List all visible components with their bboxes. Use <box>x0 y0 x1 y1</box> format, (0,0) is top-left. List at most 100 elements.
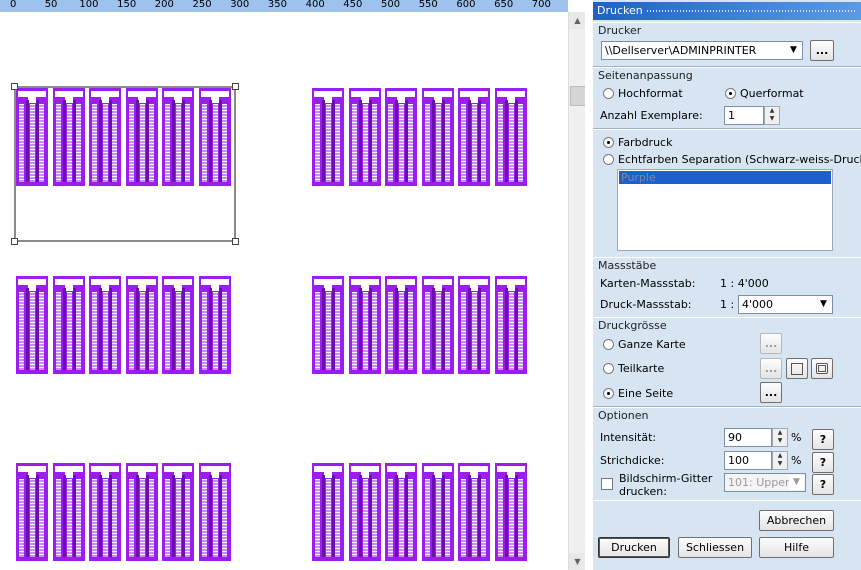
label-druck-massstab: Druck-Massstab: <box>600 298 692 311</box>
radio-eine-seite[interactable] <box>603 388 614 399</box>
ruler-tick: 250 <box>192 0 212 10</box>
intensitaet-input[interactable]: 90 <box>724 428 772 447</box>
map-sheet <box>494 276 527 374</box>
ruler-tick: 600 <box>456 0 476 10</box>
frame-square-button[interactable] <box>786 358 808 379</box>
label-farbdruck: Farbdruck <box>618 136 673 149</box>
label-anzahl-exemplare: Anzahl Exemplare: <box>600 109 703 122</box>
scroll-up-icon[interactable]: ▲ <box>569 12 586 29</box>
map-sheet <box>89 276 121 374</box>
gitter-checkbox[interactable] <box>601 478 613 490</box>
printer-browse-button[interactable]: ... <box>810 40 834 61</box>
ruler-tick: 500 <box>381 0 401 10</box>
section-title-seitenanpassung: Seitenanpassung <box>598 69 693 82</box>
value-karten-massstab: 1 : 4'000 <box>720 277 769 290</box>
drucken-button[interactable]: Drucken <box>598 537 670 558</box>
exemplare-input[interactable]: 1 <box>724 106 764 125</box>
map-sheet <box>421 88 454 186</box>
printer-select[interactable]: \\Dellserver\ADMINPRINTER ▼ <box>601 41 803 60</box>
ruler-tick: 400 <box>305 0 325 10</box>
label-gitter-2: drucken: <box>619 485 667 498</box>
print-preview-map[interactable] <box>0 12 568 570</box>
frame-handle-bl[interactable] <box>11 238 18 245</box>
map-sheet <box>385 88 417 186</box>
radio-separation[interactable] <box>603 154 614 165</box>
map-sheet <box>16 463 48 561</box>
listbox-item-purple[interactable]: Purple <box>619 171 831 184</box>
frame-handle-tr[interactable] <box>232 83 239 90</box>
chevron-down-icon[interactable]: ▼ <box>816 297 831 312</box>
help-gitter-button[interactable]: ? <box>812 474 834 495</box>
druck-massstab-value: 4'000 <box>742 298 774 311</box>
rounded-square-icon <box>816 363 828 374</box>
radio-hochformat[interactable] <box>603 88 614 99</box>
label-separation: Echtfarben Separation (Schwarz-weiss-Dru… <box>618 153 861 166</box>
dialog-titlebar: Drucken <box>593 2 861 20</box>
radio-farbdruck[interactable] <box>603 137 614 148</box>
gitter-select[interactable]: 101: Upper P ▼ <box>724 473 806 492</box>
section-drucker: Drucker \\Dellserver\ADMINPRINTER ▼ ... <box>593 22 861 67</box>
hilfe-button[interactable]: Hilfe <box>759 537 834 558</box>
radio-teilkarte[interactable] <box>603 363 614 374</box>
map-sheet <box>348 276 381 374</box>
frame-handle-br[interactable] <box>232 238 239 245</box>
map-sheet <box>125 463 158 561</box>
horizontal-ruler: 0 50 100 150 200 250 300 350 400 450 500 550 600 650 7… <box>0 0 568 12</box>
map-sheet <box>16 276 48 374</box>
ruler-tick: 200 <box>154 0 174 10</box>
chevron-down-icon[interactable]: ▼ <box>786 43 801 58</box>
label-karten-massstab: Karten-Massstab: <box>600 277 696 290</box>
radio-querformat[interactable] <box>725 88 736 99</box>
help-strichdicke-button[interactable]: ? <box>812 452 834 473</box>
intensitaet-stepper[interactable]: ▲ ▼ <box>772 428 788 447</box>
help-intensitaet-button[interactable]: ? <box>812 429 834 450</box>
strichdicke-stepper[interactable]: ▲ ▼ <box>772 451 788 470</box>
section-title-optionen: Optionen <box>598 409 649 422</box>
abbrechen-button[interactable]: Abbrechen <box>759 510 834 531</box>
druck-massstab-select[interactable]: 4'000 ▼ <box>738 295 833 314</box>
ganze-karte-button[interactable]: ... <box>760 333 782 354</box>
radio-ganze-karte[interactable] <box>603 339 614 350</box>
ruler-tick: 650 <box>494 0 514 10</box>
frame-handle-tl[interactable] <box>11 83 18 90</box>
chevron-down-icon[interactable]: ▼ <box>789 475 804 490</box>
schliessen-button[interactable]: Schliessen <box>678 537 752 558</box>
scroll-down-icon[interactable]: ▼ <box>569 553 586 570</box>
ruler-tick: 100 <box>79 0 99 10</box>
strichdicke-input[interactable]: 100 <box>724 451 772 470</box>
label-hochformat: Hochformat <box>618 87 683 100</box>
dialog-title: Drucken <box>597 4 643 17</box>
ruler-tick: 300 <box>230 0 250 10</box>
label-strichdicke: Strichdicke: <box>600 454 665 467</box>
section-title-drucker: Drucker <box>598 24 642 37</box>
printer-value: \\Dellserver\ADMINPRINTER <box>605 44 757 57</box>
square-icon <box>791 363 803 375</box>
label-querformat: Querformat <box>740 87 804 100</box>
label-ganze-karte: Ganze Karte <box>618 338 686 351</box>
color-listbox[interactable]: Purple <box>617 169 833 251</box>
percent-strichdicke: % <box>791 454 802 467</box>
map-sheet <box>385 463 417 561</box>
map-sheet <box>89 463 121 561</box>
section-title-massstaebe: Massstäbe <box>598 259 657 272</box>
map-sheet <box>198 463 231 561</box>
label-intensitaet: Intensität: <box>600 431 657 444</box>
teilkarte-button[interactable]: ... <box>760 358 782 379</box>
ruler-tick: 700 <box>531 0 551 10</box>
section-title-druckgroesse: Druckgrösse <box>598 319 667 332</box>
ruler-tick: 550 <box>418 0 438 10</box>
ruler-tick: 450 <box>343 0 363 10</box>
map-sheet <box>312 88 344 186</box>
frame-rounded-button[interactable] <box>811 358 833 379</box>
map-sheet <box>198 276 231 374</box>
map-sheet <box>52 463 85 561</box>
scroll-thumb[interactable] <box>570 86 586 106</box>
print-frame[interactable] <box>11 83 239 245</box>
vertical-scrollbar[interactable]: ▲ ▼ <box>568 12 586 570</box>
eine-seite-button[interactable]: ... <box>760 382 782 403</box>
ruler-tick: 50 <box>44 0 58 10</box>
exemplare-stepper[interactable]: ▲ ▼ <box>764 106 780 125</box>
map-sheet <box>125 276 158 374</box>
ruler-tick: 0 <box>10 0 17 10</box>
section-seitenanpassung: Seitenanpassung Hochformat Querformat An… <box>593 67 861 129</box>
